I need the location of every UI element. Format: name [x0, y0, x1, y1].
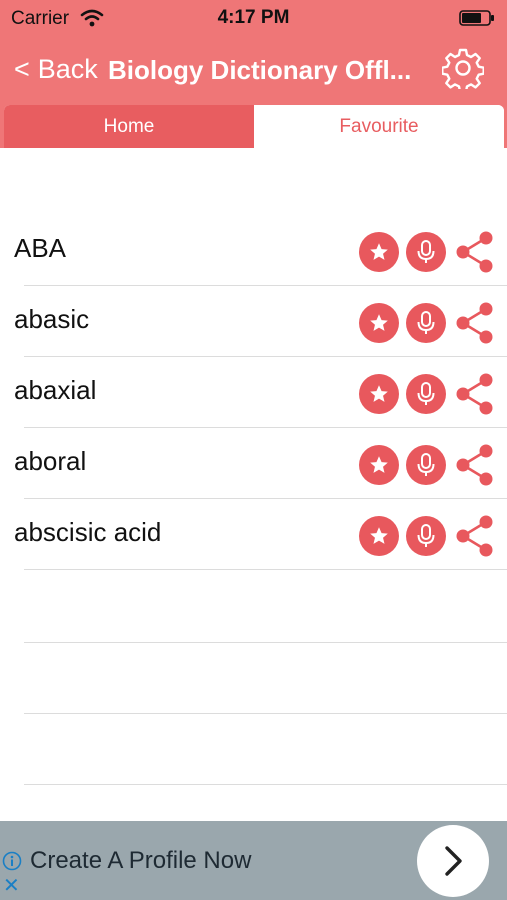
navigation-bar: < Back Biology Dictionary Offl...	[0, 36, 507, 100]
star-icon[interactable]	[359, 232, 399, 272]
info-icon[interactable]	[2, 851, 22, 871]
share-icon[interactable]	[455, 444, 495, 486]
share-icon[interactable]	[455, 373, 495, 415]
divider	[24, 713, 507, 714]
word-term[interactable]: abaxial	[14, 375, 96, 406]
share-icon[interactable]	[455, 515, 495, 557]
word-term[interactable]: aboral	[14, 446, 86, 477]
ad-text[interactable]: Create A Profile Now	[30, 847, 251, 875]
star-icon[interactable]	[359, 303, 399, 343]
word-term[interactable]: abasic	[14, 304, 89, 335]
back-button[interactable]: < Back	[14, 54, 98, 85]
chevron-right-icon	[445, 846, 462, 876]
list-item[interactable]: aboral	[0, 428, 507, 499]
status-bar: Carrier 4:17 PM	[0, 0, 507, 36]
share-icon[interactable]	[455, 231, 495, 273]
gear-icon[interactable]	[442, 47, 484, 89]
back-chevron-icon: <	[14, 54, 30, 84]
ad-banner[interactable]: ✕ Create A Profile Now	[0, 821, 507, 900]
star-icon[interactable]	[359, 374, 399, 414]
close-icon[interactable]: ✕	[3, 876, 21, 896]
clock: 4:17 PM	[217, 7, 290, 28]
list-item[interactable]: abaxial	[0, 357, 507, 428]
tab-favourite[interactable]: Favourite	[254, 105, 504, 148]
back-label: Back	[37, 54, 98, 84]
word-term[interactable]: abscisic acid	[14, 517, 161, 548]
app-header: Carrier 4:17 PM < Back Biology Dictionar…	[0, 0, 507, 148]
star-icon[interactable]	[359, 445, 399, 485]
ad-go-button[interactable]	[417, 825, 489, 897]
word-list: ABA abasic abaxial aboral abscisic acid	[0, 215, 507, 570]
page-title: Biology Dictionary Offl...	[108, 55, 412, 85]
list-item[interactable]: ABA	[0, 215, 507, 286]
list-item[interactable]: abscisic acid	[0, 499, 507, 570]
divider	[24, 642, 507, 643]
microphone-icon[interactable]	[406, 516, 446, 556]
divider	[24, 784, 507, 785]
microphone-icon[interactable]	[406, 232, 446, 272]
microphone-icon[interactable]	[406, 303, 446, 343]
share-icon[interactable]	[455, 302, 495, 344]
divider	[24, 569, 507, 570]
star-icon[interactable]	[359, 516, 399, 556]
tab-home[interactable]: Home	[4, 105, 254, 148]
segmented-control: Home Favourite	[2, 103, 506, 148]
microphone-icon[interactable]	[406, 374, 446, 414]
battery-icon	[459, 10, 494, 26]
list-item[interactable]: abasic	[0, 286, 507, 357]
microphone-icon[interactable]	[406, 445, 446, 485]
word-term[interactable]: ABA	[14, 233, 66, 264]
